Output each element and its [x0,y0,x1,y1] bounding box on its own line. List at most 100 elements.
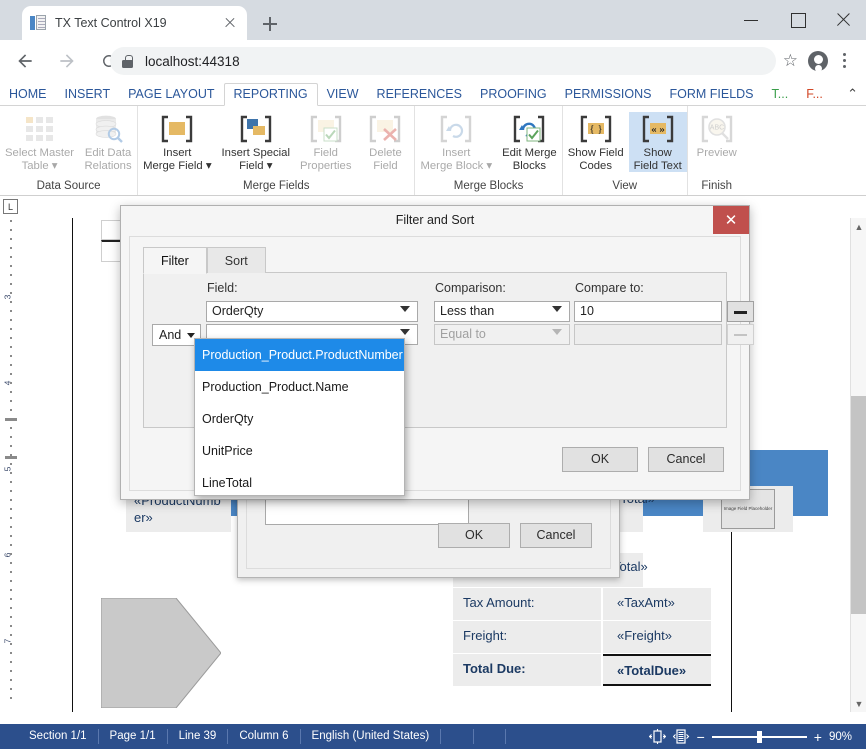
close-icon[interactable] [221,14,239,32]
ribbon-button-label: Show Field Text [634,147,682,172]
comparison-select-row-1[interactable]: Less than [434,301,570,322]
compare-to-input-row-1-value: 10 [580,304,594,318]
page-width-view-icon[interactable] [649,729,666,744]
ribbon-button-insert-merge-block: Insert Merge Block ▾ [415,112,497,172]
ruler-tick [10,499,12,501]
cancel-button[interactable]: Cancel [520,523,592,548]
ok-button[interactable]: OK [438,523,510,548]
field-select-row-1[interactable]: OrderQty [206,301,418,322]
address-bar[interactable]: localhost:44318 [110,47,776,75]
avatar-icon[interactable] [808,51,828,71]
page-view-icon[interactable] [673,729,690,744]
maximize-icon[interactable] [774,0,820,40]
ribbon-tab-form-fields[interactable]: FORM FIELDS [660,84,762,105]
ribbon-tab-permissions[interactable]: PERMISSIONS [556,84,661,105]
scrollbar-thumb[interactable] [851,396,866,614]
zoom-out-button[interactable]: − [697,730,705,744]
ruler-tick [10,670,12,672]
ribbon-tab-view[interactable]: VIEW [318,84,368,105]
chevron-down-icon[interactable]: ▼ [851,695,866,712]
status-page[interactable]: Page 1/1 [99,729,168,744]
ribbon-button-edit-merge-blocks[interactable]: Edit Merge Blocks [497,112,562,172]
ruler-margin-marker[interactable] [5,418,17,421]
ribbon-tab-f[interactable]: F... [797,84,832,105]
chevron-up-icon[interactable]: ⌃ [847,86,858,102]
remove-row-2-button[interactable] [727,324,754,345]
ruler-tick [10,598,12,600]
ribbon-button-label: Edit Merge Blocks [502,147,557,172]
svg-text:{ }: { } [589,123,602,135]
status-slot-2[interactable] [474,729,507,744]
remove-row-1-button[interactable] [727,301,754,322]
status-section[interactable]: Section 1/1 [18,729,99,744]
dropdown-option[interactable]: UnitPrice [195,435,404,467]
dropdown-option[interactable]: LineTotal [195,467,404,499]
compare-to-input-row-1[interactable]: 10 [574,301,722,322]
status-line[interactable]: Line 39 [168,729,229,744]
status-language[interactable]: English (United States) [301,729,442,744]
zoom-level-label[interactable]: 90% [829,731,852,743]
window-controls [728,0,866,40]
cancel-button[interactable]: Cancel [648,447,724,472]
ruler-tick [10,409,12,411]
close-icon[interactable] [820,0,866,40]
ruler-tick [10,220,12,222]
status-bar: Section 1/1 Page 1/1 Line 39 Column 6 En… [0,724,866,749]
browser-title-bar: TX Text Control X19 [0,0,866,40]
svg-text:« »: « » [651,124,665,136]
plus-icon[interactable] [258,12,282,36]
conjunction-select-row-2-value: And [159,328,181,342]
zoom-controls: − + 90% [649,729,866,744]
document-icon [30,15,46,31]
kebab-menu-icon[interactable] [836,51,854,71]
zoom-slider[interactable] [712,729,807,744]
ruler-tick [10,688,12,690]
ribbon-tab-proofing[interactable]: PROOFING [471,84,556,105]
minimize-icon[interactable] [728,0,774,40]
chevron-up-icon[interactable]: ▲ [851,218,866,235]
ruler-tick [10,355,12,357]
special-field-icon [239,112,273,146]
tab-stop-selector[interactable]: L [3,199,18,214]
ribbon-button-show-field-text[interactable]: « » Show Field Text [629,112,687,172]
ribbon-button-delete-field: Delete Field [356,112,414,172]
document-scrollbar[interactable]: ▲ ▼ [850,218,866,712]
ribbon-tab-strip: HOMEINSERTPAGE LAYOUTREPORTINGVIEWREFERE… [0,82,866,106]
ribbon-button-edit-data-relations: Edit Data Relations [79,112,137,172]
ribbon-tab-home[interactable]: HOME [0,84,56,105]
zoom-in-button[interactable]: + [814,730,822,744]
ribbon-button-insert-merge-field[interactable]: Insert Merge Field ▾ [138,112,216,172]
arrow-right-icon[interactable] [50,44,84,78]
dropdown-option[interactable]: Production_Product.Name [195,371,404,403]
ribbon-button-label: Show Field Codes [568,147,624,172]
dialog-tab-sort[interactable]: Sort [207,247,266,273]
ribbon-group-items: Select Master Table ▾Edit Data Relations [0,106,137,172]
ribbon-button-insert-special-field[interactable]: Insert Special Field ▾ [217,112,295,172]
status-column[interactable]: Column 6 [228,729,300,744]
star-icon[interactable]: ☆ [783,52,798,69]
browser-tab[interactable]: TX Text Control X19 [22,6,247,40]
close-icon[interactable]: ✕ [713,206,749,234]
dropdown-option[interactable]: Production_Product.ProductNumber [195,339,404,371]
ribbon-tab-page-layout[interactable]: PAGE LAYOUT [119,84,223,105]
ribbon-tab-t[interactable]: T... [763,84,798,105]
arrow-left-icon[interactable] [8,44,42,78]
url-text: localhost:44318 [145,54,240,69]
vertical-ruler[interactable]: 234567 [0,196,22,712]
compare-to-input-row-2[interactable] [574,324,722,345]
field-dropdown-list[interactable]: Production_Product.ProductNumberProducti… [194,338,405,496]
ruler-tick [10,319,12,321]
dropdown-option[interactable]: OrderQty [195,403,404,435]
ruler-tick [10,400,12,402]
status-slot-1[interactable] [441,729,474,744]
dialog-tab-filter[interactable]: Filter [143,247,207,274]
ribbon-button-show-field-codes[interactable]: { } Show Field Codes [563,112,629,172]
ok-button[interactable]: OK [562,447,638,472]
ruler-margin-marker[interactable] [5,456,17,459]
ribbon-tab-references[interactable]: REFERENCES [368,84,471,105]
ribbon-button-preview: ABCPreview [688,112,746,160]
ribbon-button-label: Insert Special Field ▾ [222,147,290,172]
ribbon-tab-reporting[interactable]: REPORTING [224,83,318,106]
comparison-select-row-2[interactable]: Equal to [434,324,570,345]
ribbon-tab-insert[interactable]: INSERT [56,84,120,105]
